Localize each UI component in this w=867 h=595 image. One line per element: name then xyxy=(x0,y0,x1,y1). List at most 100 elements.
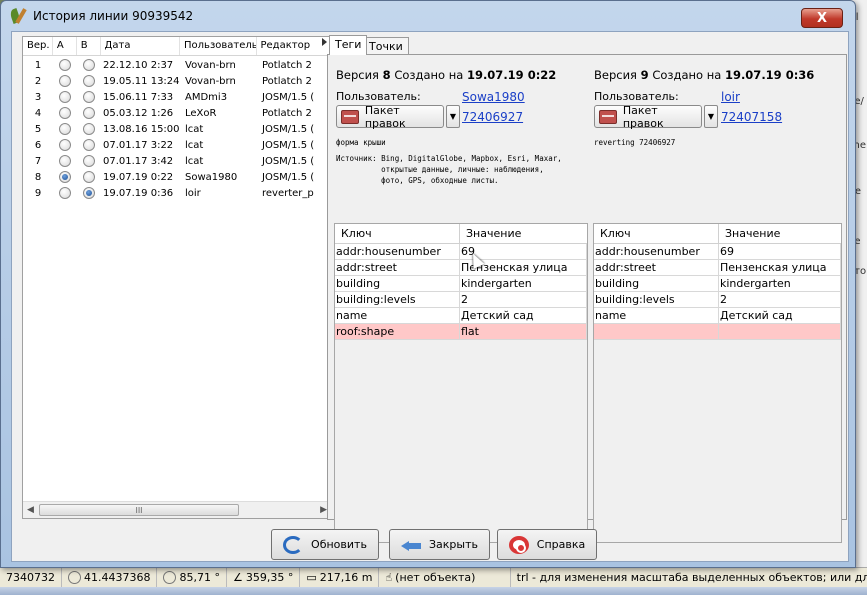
close-button[interactable]: Закрыть xyxy=(389,529,490,560)
col-header-key[interactable]: Ключ xyxy=(335,224,460,243)
splitter-collapse-icon[interactable] xyxy=(322,38,327,46)
scroll-right-icon[interactable]: ▶ xyxy=(320,505,327,515)
select-a-cell xyxy=(53,139,77,151)
select-b-cell xyxy=(77,107,101,119)
select-b-cell xyxy=(77,123,101,135)
col-header-value[interactable]: Значение xyxy=(460,224,521,243)
version-b-radio[interactable] xyxy=(83,59,95,71)
tag-row[interactable]: addr:housenumber 69 xyxy=(594,244,841,260)
changeset-link[interactable]: 72407158 xyxy=(721,110,782,124)
history-row[interactable]: 4 05.03.12 1:26 LeXoR Potlatch 2 xyxy=(23,105,331,121)
version-b-radio[interactable] xyxy=(83,187,95,199)
col-header-key[interactable]: Ключ xyxy=(594,224,719,243)
tags-tab-content: Версия 8 Создано на 19.07.19 0:22 Пользо… xyxy=(327,54,847,543)
date-cell: 15.06.11 7:33 xyxy=(103,91,174,103)
tab-tags[interactable]: Теги xyxy=(329,35,368,55)
horizontal-scrollbar[interactable]: ◀ III ▶ xyxy=(23,501,331,518)
history-row[interactable]: 3 15.06.11 7:33 AMDmi3 JOSM/1.5 ( xyxy=(23,89,331,105)
tag-row[interactable] xyxy=(594,324,841,340)
tag-row[interactable]: building:levels 2 xyxy=(594,292,841,308)
changeset-button[interactable]: Пакет правок xyxy=(594,104,702,130)
date-cell: 19.07.19 0:22 xyxy=(103,171,174,183)
version-cell: 6 xyxy=(34,139,42,151)
select-b-cell xyxy=(77,187,101,199)
tag-row[interactable]: addr:street Пензенская улица xyxy=(335,260,587,276)
history-row[interactable]: 5 13.08.16 15:00 lcat JOSM/1.5 ( xyxy=(23,121,331,137)
tag-row[interactable]: building kindergarten xyxy=(335,276,587,292)
status-length: ▭ 217,16 m xyxy=(300,568,380,587)
status-coord-y: 7340732 xyxy=(0,568,62,587)
history-row[interactable]: 9 19.07.19 0:36 loir reverter_p xyxy=(23,185,331,201)
version-cell: 4 xyxy=(34,107,42,119)
changeset-dropdown-button[interactable]: ▼ xyxy=(704,105,718,128)
scrollbar-thumb[interactable]: III xyxy=(39,504,239,516)
version-a-radio[interactable] xyxy=(59,59,71,71)
select-a-cell xyxy=(53,187,77,199)
select-b-cell xyxy=(77,75,101,87)
col-header-date[interactable]: Дата xyxy=(101,37,181,55)
window-close-button[interactable]: X xyxy=(801,8,843,28)
col-header-value[interactable]: Значение xyxy=(719,224,780,243)
user-label: Пользователь: xyxy=(594,90,679,103)
date-cell: 22.12.10 2:37 xyxy=(103,59,174,71)
dialog-body: Вер. A B Дата Пользователь Редактор 1 22.… xyxy=(11,31,849,562)
history-row[interactable]: 2 19.05.11 13:24 Vovan-brn Potlatch 2 xyxy=(23,73,331,89)
col-header-b[interactable]: B xyxy=(77,37,101,55)
tag-row[interactable]: addr:housenumber 69 xyxy=(335,244,587,260)
history-row[interactable]: 1 22.12.10 2:37 Vovan-brn Potlatch 2 xyxy=(23,57,331,73)
dialog-titlebar[interactable]: История линии 90939542 X xyxy=(1,1,855,31)
col-header-user[interactable]: Пользователь xyxy=(180,37,257,55)
history-row[interactable]: 7 07.01.17 3:42 lcat JOSM/1.5 ( xyxy=(23,153,331,169)
version-b-radio[interactable] xyxy=(83,171,95,183)
refresh-button[interactable]: Обновить xyxy=(271,529,379,560)
version-b-radio[interactable] xyxy=(83,139,95,151)
changeset-link[interactable]: 72406927 xyxy=(462,110,523,124)
col-header-version[interactable]: Вер. xyxy=(23,37,53,55)
compass-icon xyxy=(163,571,177,584)
scroll-left-icon[interactable]: ◀ xyxy=(27,505,34,515)
history-row[interactable]: 6 07.01.17 3:22 lcat JOSM/1.5 ( xyxy=(23,137,331,153)
version-b-radio[interactable] xyxy=(83,91,95,103)
version-a-radio[interactable] xyxy=(59,187,71,199)
editor-cell: JOSM/1.5 ( xyxy=(262,91,315,103)
tab-nodes[interactable]: Точки xyxy=(363,37,409,55)
tag-row[interactable]: name Детский сад xyxy=(335,308,587,324)
tag-row[interactable]: roof:shape flat xyxy=(335,324,587,340)
version-b-radio[interactable] xyxy=(83,107,95,119)
status-bar: 7340732 41.4437368 85,71 ° ∠ 359,35 ° ▭ 21… xyxy=(0,567,867,587)
user-link[interactable]: Sowa1980 xyxy=(462,90,525,104)
tag-key-cell: name xyxy=(335,308,460,323)
version-a-radio[interactable] xyxy=(59,171,71,183)
changeset-source: открытые данные, личные: наблюдения, xyxy=(336,165,544,174)
tag-value-cell: kindergarten xyxy=(460,276,587,291)
select-a-cell xyxy=(53,59,77,71)
version-a-radio[interactable] xyxy=(59,123,71,135)
changeset-dropdown-button[interactable]: ▼ xyxy=(446,105,460,128)
version-a-radio[interactable] xyxy=(59,75,71,87)
editor-cell: Potlatch 2 xyxy=(262,59,312,71)
tag-value-cell: kindergarten xyxy=(719,276,841,291)
tag-row[interactable]: building kindergarten xyxy=(594,276,841,292)
version-a-radio[interactable] xyxy=(59,91,71,103)
version-a-radio[interactable] xyxy=(59,139,71,151)
col-header-editor[interactable]: Редактор xyxy=(257,37,332,55)
editor-cell: JOSM/1.5 ( xyxy=(262,139,315,151)
version-a-radio[interactable] xyxy=(59,155,71,167)
status-angle: ∠ 359,35 ° xyxy=(227,568,301,587)
hand-icon: ☝ xyxy=(385,571,393,584)
tag-key-cell: building:levels xyxy=(335,292,460,307)
tag-row[interactable]: name Детский сад xyxy=(594,308,841,324)
user-link[interactable]: loir xyxy=(721,90,740,104)
help-button[interactable]: Справка xyxy=(497,529,597,560)
version-a-radio[interactable] xyxy=(59,107,71,119)
select-b-cell xyxy=(77,171,101,183)
version-b-radio[interactable] xyxy=(83,123,95,135)
version-b-radio[interactable] xyxy=(83,75,95,87)
tag-row[interactable]: building:levels 2 xyxy=(335,292,587,308)
version-b-radio[interactable] xyxy=(83,155,95,167)
tag-row[interactable]: addr:street Пензенская улица xyxy=(594,260,841,276)
user-cell: Sowa1980 xyxy=(185,171,238,183)
history-row[interactable]: 8 19.07.19 0:22 Sowa1980 JOSM/1.5 ( xyxy=(23,169,331,185)
col-header-a[interactable]: A xyxy=(53,37,77,55)
changeset-button[interactable]: Пакет правок xyxy=(336,104,444,130)
